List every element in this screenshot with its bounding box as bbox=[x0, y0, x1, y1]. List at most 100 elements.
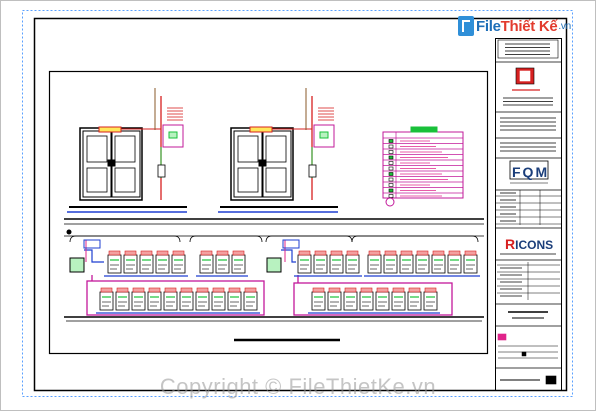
controller-module bbox=[155, 254, 170, 274]
controller-module bbox=[399, 254, 414, 274]
module-header bbox=[180, 287, 193, 293]
module-header bbox=[448, 250, 461, 256]
module-header bbox=[148, 287, 161, 293]
controller-module bbox=[171, 254, 186, 274]
module-header bbox=[232, 250, 245, 256]
tb-dot bbox=[521, 351, 527, 357]
module-header bbox=[172, 250, 185, 256]
controller-module bbox=[391, 291, 406, 311]
legend-symbol bbox=[388, 183, 394, 187]
module-header bbox=[408, 287, 421, 293]
legend-symbol bbox=[388, 144, 394, 149]
controller-module bbox=[313, 254, 328, 274]
controller-module bbox=[179, 291, 194, 311]
module-header bbox=[200, 250, 213, 256]
module-header bbox=[312, 287, 325, 293]
module-header bbox=[360, 287, 373, 293]
controller-module bbox=[367, 254, 382, 274]
legend-symbol bbox=[388, 166, 394, 171]
filethietke-logo: File Thiết Kế .vn bbox=[458, 14, 571, 38]
controller-module bbox=[447, 254, 462, 274]
controller-module bbox=[199, 254, 214, 274]
handle-left bbox=[258, 159, 262, 167]
controller-module bbox=[243, 291, 258, 311]
exit-button bbox=[308, 164, 317, 178]
legend-symbol bbox=[388, 188, 394, 193]
module-header bbox=[124, 250, 137, 256]
file-icon bbox=[458, 16, 474, 36]
door-closer bbox=[98, 126, 122, 133]
controller-module bbox=[375, 291, 390, 311]
module-header bbox=[384, 250, 397, 256]
controller-module bbox=[311, 291, 326, 311]
module-header bbox=[400, 250, 413, 256]
controller-module bbox=[415, 254, 430, 274]
controller-module bbox=[211, 291, 226, 311]
module-header bbox=[432, 250, 445, 256]
controller-module bbox=[407, 291, 422, 311]
module-header bbox=[100, 287, 113, 293]
module-header bbox=[244, 287, 257, 293]
controller-module bbox=[115, 291, 130, 311]
legend-symbol bbox=[388, 161, 394, 165]
controller-module bbox=[163, 291, 178, 311]
module-header bbox=[108, 250, 121, 256]
logo-text-domain: .vn bbox=[558, 20, 571, 32]
controller-row-1 bbox=[104, 250, 188, 277]
module-header bbox=[116, 287, 129, 293]
controller-module bbox=[345, 254, 360, 274]
ricons-logo: RICONS bbox=[505, 236, 553, 252]
fqm-logo: FQM bbox=[512, 164, 550, 180]
client-logo-mark bbox=[519, 70, 531, 82]
module-header bbox=[132, 287, 145, 293]
module-header bbox=[328, 287, 341, 293]
controller-module bbox=[463, 254, 478, 274]
controller-module bbox=[329, 254, 344, 274]
controller-module bbox=[423, 291, 438, 311]
copyright-watermark: Copyright © FileThietKe.vn bbox=[159, 374, 437, 399]
datum-marker bbox=[66, 229, 72, 235]
card-reader bbox=[168, 131, 178, 139]
controller-module bbox=[431, 254, 446, 274]
module-header bbox=[140, 250, 153, 256]
controller-module bbox=[383, 254, 398, 274]
ricons-logo-r: R bbox=[505, 236, 516, 252]
controller-module bbox=[99, 291, 114, 311]
legend-title-bar bbox=[410, 126, 438, 133]
main-panel-left bbox=[69, 257, 85, 273]
controller-module bbox=[297, 254, 312, 274]
module-header bbox=[330, 250, 343, 256]
handle-right bbox=[263, 159, 267, 167]
legend-symbol bbox=[388, 177, 394, 182]
module-header bbox=[212, 287, 225, 293]
module-header bbox=[164, 287, 177, 293]
legend-symbol bbox=[388, 150, 394, 154]
logo-text-thietke: Thiết Kế bbox=[500, 17, 558, 35]
drawing-sheet bbox=[0, 0, 596, 411]
legend-symbol bbox=[388, 139, 394, 143]
module-header bbox=[346, 250, 359, 256]
module-header bbox=[314, 250, 327, 256]
controller-module bbox=[123, 254, 138, 274]
logo-text-file: File bbox=[476, 17, 501, 35]
module-header bbox=[392, 287, 405, 293]
door-closer bbox=[249, 126, 273, 133]
controller-module bbox=[227, 291, 242, 311]
module-header bbox=[196, 287, 209, 293]
module-header bbox=[424, 287, 437, 293]
main-panel-right bbox=[266, 257, 282, 273]
controller-module bbox=[107, 254, 122, 274]
handle-right bbox=[112, 159, 116, 167]
controller-module bbox=[327, 291, 342, 311]
exit-button bbox=[157, 164, 166, 178]
handle-left bbox=[107, 159, 111, 167]
legend-symbol bbox=[388, 194, 394, 198]
module-header bbox=[228, 287, 241, 293]
card-reader bbox=[319, 131, 329, 139]
controller-module bbox=[147, 291, 162, 311]
module-header bbox=[464, 250, 477, 256]
controller-row-2 bbox=[196, 250, 248, 277]
module-header bbox=[368, 250, 381, 256]
module-header bbox=[298, 250, 311, 256]
tb-stamp-mark bbox=[497, 333, 507, 341]
